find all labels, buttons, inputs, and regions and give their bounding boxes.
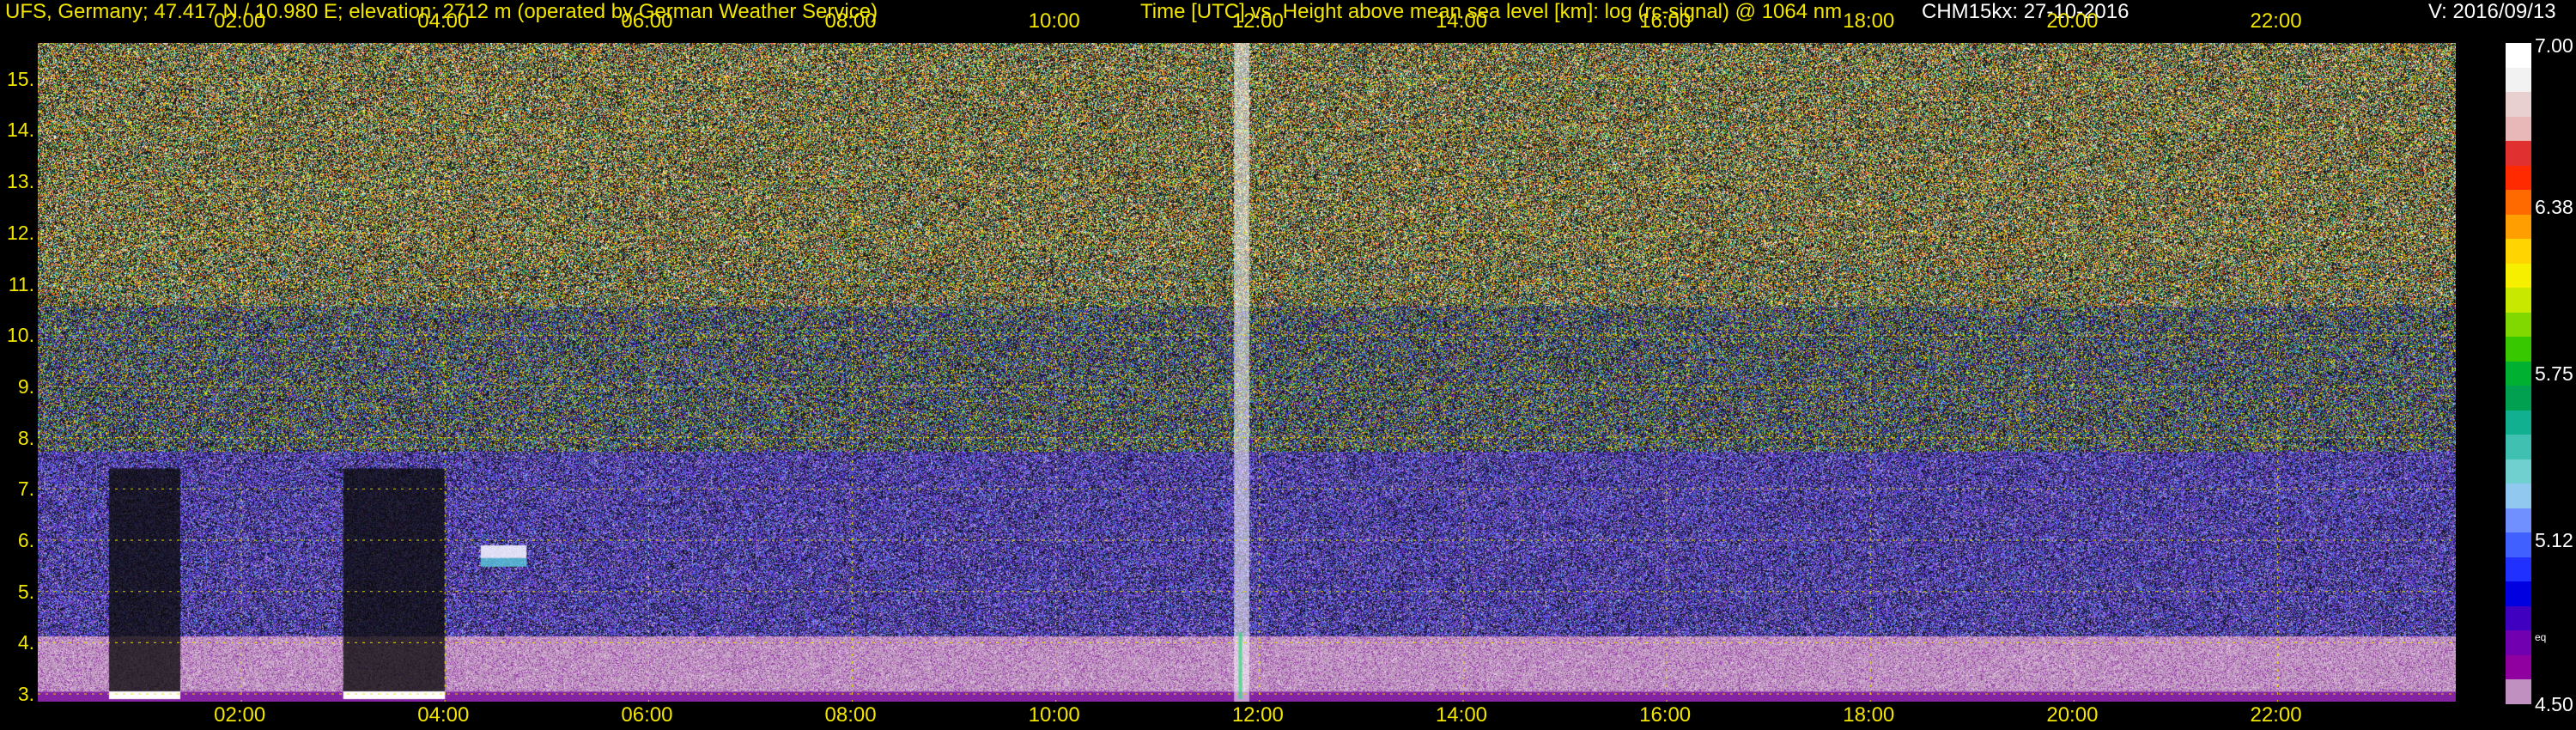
x-tick-label: 08:00 bbox=[824, 9, 877, 33]
colorbar-segment bbox=[2506, 435, 2531, 460]
y-tick-label: 9. bbox=[17, 374, 34, 398]
y-tick-label: 10. bbox=[7, 324, 34, 347]
x-tick-label: 12:00 bbox=[1231, 703, 1284, 727]
y-tick-label: 15. bbox=[7, 67, 34, 90]
x-tick-label: 10:00 bbox=[1028, 703, 1080, 727]
x-tick-label: 02:00 bbox=[214, 9, 266, 33]
lidar-ceilometer-plot: UFS, Germany; 47.417 N / 10.980 E; eleva… bbox=[0, 0, 2576, 730]
colorbar-segment bbox=[2506, 67, 2531, 94]
colorbar-segment bbox=[2506, 361, 2531, 387]
x-tick-label: 22:00 bbox=[2250, 9, 2302, 33]
x-tick-label: 22:00 bbox=[2250, 703, 2302, 727]
colorbar-segment bbox=[2506, 557, 2531, 583]
x-tick-label: 18:00 bbox=[1843, 9, 1895, 33]
x-tick-label: 14:00 bbox=[1435, 703, 1488, 727]
colorbar-tick-label: 5.75 bbox=[2535, 362, 2573, 385]
y-tick-label: 14. bbox=[7, 119, 34, 142]
colorbar-unit-label: eq bbox=[2535, 631, 2547, 643]
y-tick-label: 11. bbox=[8, 272, 34, 295]
y-tick-label: 4. bbox=[17, 631, 34, 654]
colorbar-tick-label: 5.12 bbox=[2535, 529, 2573, 552]
x-tick-label: 12:00 bbox=[1231, 9, 1284, 33]
x-tick-label: 16:00 bbox=[1639, 703, 1692, 727]
x-tick-label: 18:00 bbox=[1843, 703, 1895, 727]
x-tick-label: 04:00 bbox=[417, 703, 470, 727]
colorbar-segment bbox=[2506, 532, 2531, 558]
colorbar-segment bbox=[2506, 214, 2531, 240]
y-tick-label: 5. bbox=[17, 580, 34, 603]
colorbar-segment bbox=[2506, 508, 2531, 534]
colorbar-tick-label: 4.50 bbox=[2535, 693, 2573, 715]
x-tick-label: 14:00 bbox=[1435, 9, 1488, 33]
colorbar-segment bbox=[2506, 581, 2531, 607]
colorbar-segment bbox=[2506, 484, 2531, 509]
y-tick-label: 6. bbox=[17, 528, 34, 551]
colorbar-tick-label: 7.00 bbox=[2535, 34, 2573, 57]
colorbar-segment bbox=[2506, 337, 2531, 362]
version-label: V: 2016/09/13 bbox=[2428, 0, 2556, 23]
y-tick-label: 13. bbox=[7, 170, 34, 193]
colorbar-segment bbox=[2506, 312, 2531, 338]
colorbar-tick-label: 6.38 bbox=[2535, 195, 2573, 218]
x-tick-label: 02:00 bbox=[214, 703, 266, 727]
y-tick-label: 8. bbox=[17, 426, 34, 449]
colorbar-segment bbox=[2506, 679, 2531, 704]
colorbar-segment bbox=[2506, 386, 2531, 411]
colorbar-segment bbox=[2506, 654, 2531, 681]
colorbar-segment bbox=[2506, 116, 2531, 143]
x-tick-label: 06:00 bbox=[621, 703, 673, 727]
y-tick-label: 3. bbox=[17, 683, 34, 706]
x-tick-label: 20:00 bbox=[2046, 9, 2099, 33]
x-tick-label: 16:00 bbox=[1639, 9, 1692, 33]
x-tick-label: 04:00 bbox=[417, 9, 470, 33]
x-tick-label: 20:00 bbox=[2046, 703, 2099, 727]
y-tick-label: 12. bbox=[7, 221, 34, 244]
colorbar-segment bbox=[2506, 630, 2531, 656]
colorbar-segment bbox=[2506, 141, 2531, 167]
colorbar-segment bbox=[2506, 288, 2531, 313]
colorbar-segment bbox=[2506, 239, 2531, 265]
colorbar-segment bbox=[2506, 410, 2531, 436]
x-tick-label: 06:00 bbox=[621, 9, 673, 33]
grid-overlay bbox=[38, 43, 2456, 702]
y-tick-label: 7. bbox=[17, 478, 34, 501]
colorbar-segment bbox=[2506, 605, 2531, 632]
colorbar bbox=[2506, 43, 2531, 704]
colorbar-segment bbox=[2506, 263, 2531, 289]
x-tick-label: 10:00 bbox=[1028, 9, 1080, 33]
heatmap-area bbox=[38, 43, 2456, 702]
colorbar-segment bbox=[2506, 459, 2531, 485]
colorbar-segment bbox=[2506, 92, 2531, 118]
colorbar-segment bbox=[2506, 43, 2531, 69]
colorbar-segment bbox=[2506, 165, 2531, 192]
colorbar-segment bbox=[2506, 190, 2531, 216]
x-tick-label: 08:00 bbox=[824, 703, 877, 727]
